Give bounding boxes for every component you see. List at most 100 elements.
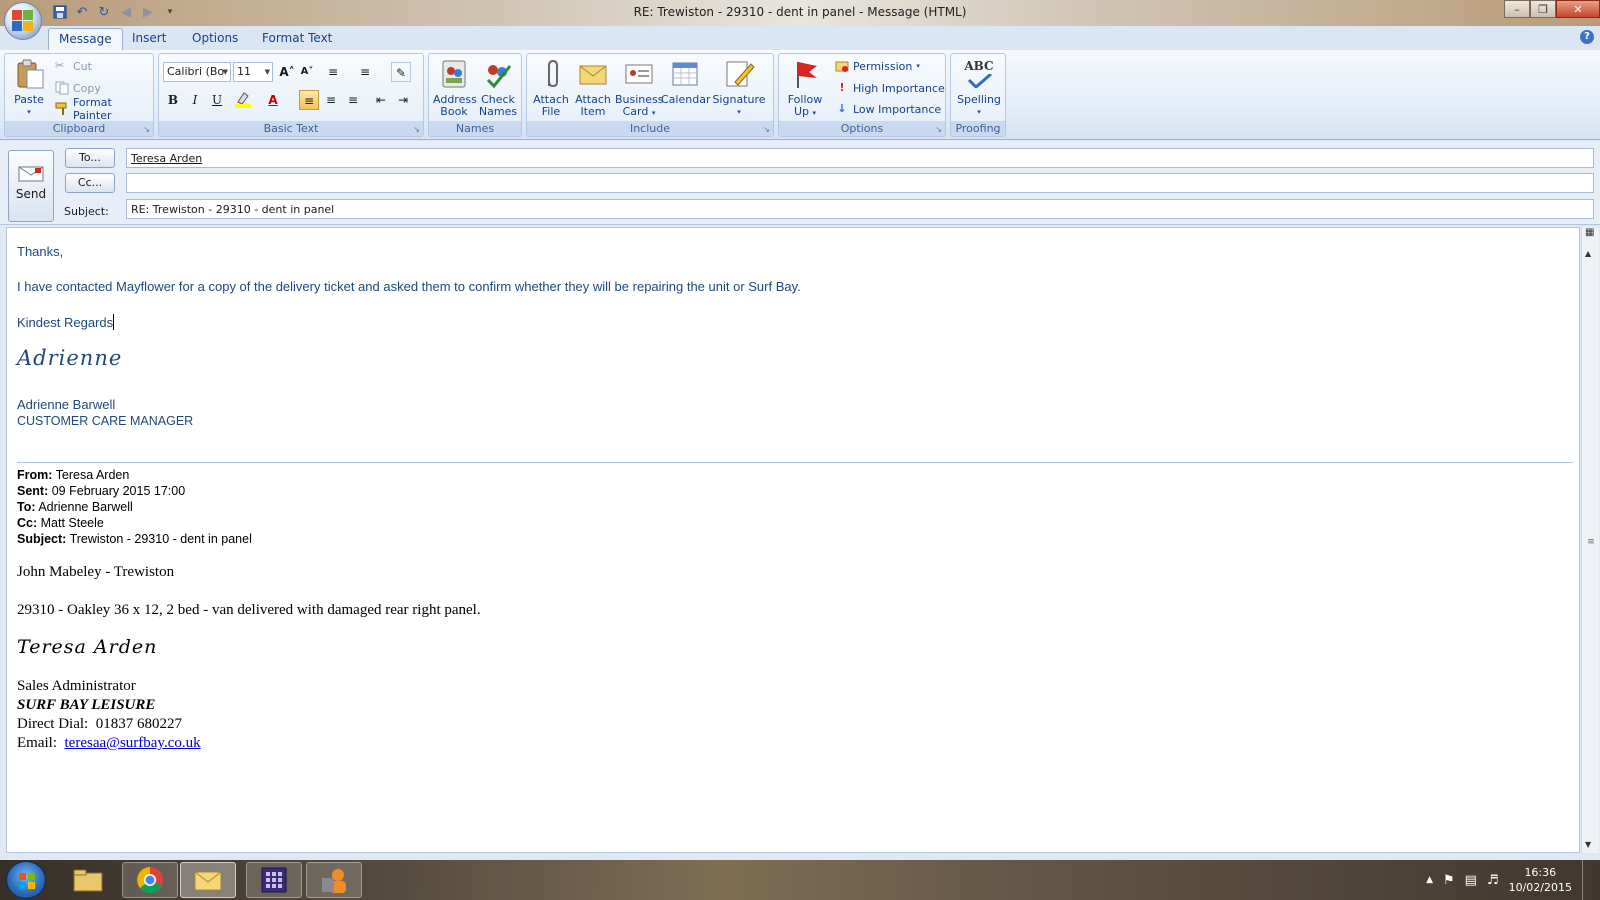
cc-button[interactable]: Cc... xyxy=(65,173,115,193)
action-center-flag-icon[interactable]: ⚑ xyxy=(1443,873,1455,888)
scroll-thumb-icon[interactable]: ≡ xyxy=(1585,537,1597,557)
permission-button[interactable]: Permission ▾ xyxy=(835,57,920,75)
tab-format-text[interactable]: Format Text xyxy=(252,28,342,50)
calendar-button[interactable]: Calendar xyxy=(661,56,711,106)
copy-button[interactable]: Copy xyxy=(55,79,101,97)
user-app-taskbar-icon[interactable] xyxy=(306,862,362,898)
quote-divider xyxy=(17,462,1573,463)
minimize-button[interactable]: – xyxy=(1504,0,1530,18)
email-label: Email: xyxy=(17,735,57,751)
permission-label: Permission xyxy=(853,59,913,73)
follow-up-button[interactable]: Follow Up ▾ xyxy=(783,56,827,119)
outlook-taskbar-icon[interactable] xyxy=(180,862,236,898)
include-launcher-icon[interactable]: ↘ xyxy=(763,125,770,134)
format-painter-button[interactable]: Format Painter xyxy=(55,96,153,122)
vertical-scrollbar[interactable]: ▦ ▲ ≡ ▼ xyxy=(1581,227,1599,853)
start-button[interactable] xyxy=(6,861,46,899)
body-message: I have contacted Mayflower for a copy of… xyxy=(17,279,801,294)
business-card-button[interactable]: Business Card ▾ xyxy=(615,56,664,119)
scroll-down-icon[interactable]: ▼ xyxy=(1585,840,1591,849)
font-size-combo[interactable]: 11 ▼ xyxy=(233,62,273,82)
quoted-line-2: 29310 - Oakley 36 x 12, 2 bed - van deli… xyxy=(17,602,481,618)
show-desktop-button[interactable] xyxy=(1582,860,1592,900)
font-name-combo[interactable]: Calibri (Bo ▼ xyxy=(163,62,231,82)
message-body[interactable]: Thanks, I have contacted Mayflower for a… xyxy=(6,227,1580,853)
body-closing: Kindest Regards xyxy=(17,315,114,330)
high-importance-button[interactable]: ! High Importance xyxy=(835,79,944,97)
office-button[interactable] xyxy=(4,2,42,40)
tab-options[interactable]: Options xyxy=(182,28,248,50)
shrink-font-button[interactable]: A˅ xyxy=(297,62,317,82)
subject-field[interactable]: RE: Trewiston - 29310 - dent in panel xyxy=(126,199,1594,219)
paste-dropdown-icon[interactable]: ▾ xyxy=(9,106,49,118)
window-title: RE: Trewiston - 29310 - dent in panel - … xyxy=(633,5,967,19)
cc-field[interactable] xyxy=(126,173,1594,193)
align-left-icon[interactable]: ≡ xyxy=(299,90,319,110)
align-center-icon[interactable]: ≡ xyxy=(321,90,341,110)
maximize-button[interactable]: ❐ xyxy=(1530,0,1556,18)
attach-item-label-2: Item xyxy=(580,105,606,118)
bold-button[interactable]: B xyxy=(163,90,183,110)
signature-dropdown-icon[interactable]: ▾ xyxy=(711,106,767,118)
numbering-icon[interactable]: ≡ xyxy=(355,62,375,82)
explorer-taskbar-icon[interactable] xyxy=(60,862,116,898)
options-group-label: Options xyxy=(779,121,945,136)
to-recipient[interactable]: Teresa Arden xyxy=(131,152,202,165)
italic-button[interactable]: I xyxy=(185,90,205,110)
bullets-icon[interactable]: ≡ xyxy=(323,62,343,82)
attach-file-button[interactable]: Attach File xyxy=(531,56,571,118)
underline-button[interactable]: U xyxy=(207,90,227,110)
signature-button[interactable]: Signature ▾ xyxy=(711,56,767,118)
send-icon xyxy=(18,165,44,183)
send-button[interactable]: Send xyxy=(8,150,54,222)
paste-button[interactable]: Paste ▾ xyxy=(9,56,49,118)
window-controls: – ❐ ✕ xyxy=(1504,0,1600,18)
address-book-label-2: Book xyxy=(440,105,468,118)
increase-indent-icon[interactable]: ⇥ xyxy=(393,90,413,110)
tab-message[interactable]: Message xyxy=(48,28,123,50)
spelling-dropdown-icon[interactable]: ▾ xyxy=(955,106,1003,118)
body-greeting: Thanks, xyxy=(17,244,64,259)
calculator-taskbar-icon[interactable] xyxy=(246,862,302,898)
clock[interactable]: 16:36 10/02/2015 xyxy=(1509,865,1572,895)
highlight-icon[interactable] xyxy=(233,90,253,110)
help-icon[interactable]: ? xyxy=(1580,30,1594,44)
calendar-label: Calendar xyxy=(661,93,711,106)
clipboard-launcher-icon[interactable]: ↘ xyxy=(143,125,150,134)
email-link[interactable]: teresaa@surfbay.co.uk xyxy=(65,735,201,751)
attach-item-button[interactable]: Attach Item xyxy=(573,56,613,118)
font-color-button[interactable]: A xyxy=(263,90,283,110)
signature-label: Signature xyxy=(712,93,766,106)
check-names-button[interactable]: Check Names xyxy=(477,56,519,118)
arrow-down-icon: ↓ xyxy=(837,102,847,115)
show-hidden-icons-icon[interactable]: ▲ xyxy=(1426,875,1433,885)
options-launcher-icon[interactable]: ↘ xyxy=(935,125,942,134)
grow-font-button[interactable]: A˄ xyxy=(277,62,297,82)
basic-text-launcher-icon[interactable]: ↘ xyxy=(413,125,420,134)
address-book-button[interactable]: Address Book xyxy=(433,56,477,118)
cut-button[interactable]: ✂ Cut xyxy=(55,57,92,75)
volume-icon[interactable]: ♬ xyxy=(1487,873,1499,888)
styles-icon[interactable]: ✎ xyxy=(391,62,411,82)
tab-insert[interactable]: Insert xyxy=(122,28,176,50)
to-button[interactable]: To... xyxy=(65,148,115,168)
align-right-icon[interactable]: ≡ xyxy=(343,90,363,110)
to-field[interactable]: Teresa Arden xyxy=(126,148,1594,168)
network-icon[interactable]: ▤ xyxy=(1465,873,1477,888)
split-view-icon[interactable]: ▦ xyxy=(1585,227,1594,238)
text-cursor xyxy=(113,314,115,330)
follow-up-label-2: Up ▾ xyxy=(793,105,817,118)
names-group: Address Book Check Names Names xyxy=(428,53,522,137)
paperclip-icon xyxy=(535,58,567,90)
body-closing-line: Kindest Regards xyxy=(17,314,115,330)
scroll-up-icon[interactable]: ▲ xyxy=(1585,249,1591,258)
close-button[interactable]: ✕ xyxy=(1556,0,1600,18)
envelope-icon xyxy=(577,58,609,90)
low-importance-button[interactable]: ↓ Low Importance xyxy=(835,100,941,118)
quoted-sig-dial: Direct Dial: 01837 680227 xyxy=(17,716,182,732)
proofing-group: ABC Spelling ▾ Proofing xyxy=(950,53,1006,137)
chrome-taskbar-icon[interactable] xyxy=(122,862,178,898)
quoted-sent: Sent: 09 February 2015 17:00 xyxy=(17,484,186,498)
decrease-indent-icon[interactable]: ⇤ xyxy=(371,90,391,110)
spelling-button[interactable]: ABC Spelling ▾ xyxy=(955,56,1003,118)
